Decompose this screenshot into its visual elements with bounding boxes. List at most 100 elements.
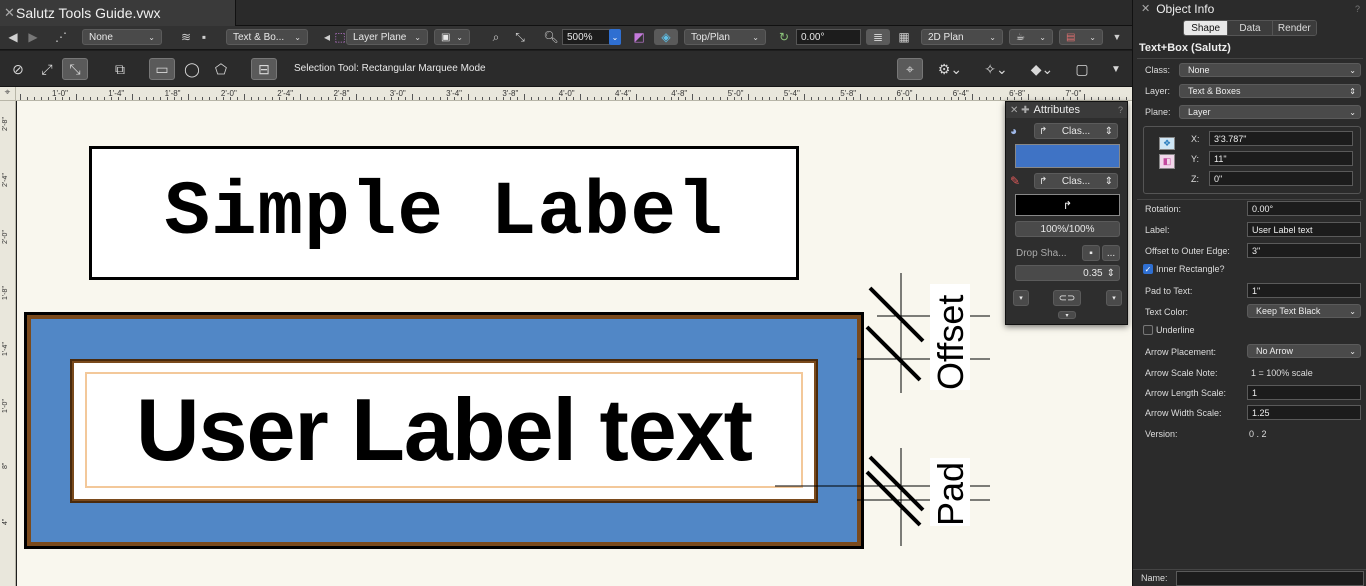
class-options-icon[interactable]: ⋰	[52, 29, 70, 45]
label-field[interactable]: User Label text	[1247, 222, 1361, 237]
view-bar-menu-icon[interactable]: ▼	[1108, 29, 1126, 45]
zoom-field[interactable]: 500%	[562, 29, 610, 45]
collapse-palette-icon[interactable]: ▾	[1058, 311, 1076, 319]
tab-shape[interactable]: Shape	[1184, 21, 1229, 35]
help-icon[interactable]: ?	[1355, 4, 1360, 14]
drop-shadow-settings-button[interactable]: ...	[1102, 245, 1120, 261]
single-object-scaling-icon[interactable]: ⤢	[34, 58, 60, 80]
view-dropdown[interactable]: Top/Plan ⌄	[684, 29, 766, 45]
arrow-width-field[interactable]: 1.25	[1247, 405, 1361, 420]
arrow-length-field[interactable]: 1	[1247, 385, 1361, 400]
projection-dropdown[interactable]: ☕︎ ⌄	[1009, 29, 1053, 45]
close-icon[interactable]: ✕	[1141, 2, 1150, 15]
ruler-tick	[559, 97, 560, 100]
ruler-tick-label: 6'-4"	[952, 89, 969, 98]
y-field[interactable]: 11"	[1209, 151, 1353, 166]
ruler-tick	[1112, 97, 1113, 100]
close-icon[interactable]: ✕	[4, 5, 15, 21]
layer-options-icon[interactable]: ▪	[195, 29, 213, 45]
shape-options-icon[interactable]: ◆⌄	[1026, 58, 1058, 80]
fit-to-objects-icon[interactable]: ⌕	[487, 29, 505, 45]
snap-tool-icon[interactable]: ⌖	[897, 58, 923, 80]
layer-select[interactable]: Text & Boxes ⇕	[1179, 84, 1361, 98]
disable-interactive-scaling-icon[interactable]: ⊘	[5, 58, 31, 80]
plane-select[interactable]: Layer ⌄	[1179, 105, 1361, 119]
zoom-stepper[interactable]: ⌄	[609, 29, 621, 45]
ruler-tick	[167, 97, 168, 100]
mode-bar-menu-icon[interactable]: ▼	[1103, 58, 1129, 80]
document-tab[interactable]: ✕ Salutz Tools Guide.vwx	[0, 0, 236, 26]
x-field[interactable]: 3'3.787"	[1209, 131, 1353, 146]
reference-point-3d-icon[interactable]: ❖	[1159, 137, 1175, 150]
ruler-origin-icon[interactable]: ⌖	[0, 87, 16, 101]
ruler-tick-label: 1'-0"	[2, 398, 9, 413]
transform-mode-icon[interactable]: ⧉	[107, 58, 133, 80]
attributes-title-bar[interactable]: ✕ ✚ Attributes ?	[1006, 102, 1127, 118]
sheet-icon[interactable]: ▦	[895, 29, 913, 45]
fill-color-swatch[interactable]	[1015, 144, 1120, 168]
drawing-canvas[interactable]: Simple Label User Label text Offset Pad	[17, 101, 1132, 586]
ruler-tick	[1084, 94, 1085, 100]
unrestricted-scaling-icon[interactable]: ⤡	[62, 58, 88, 80]
layer-visibility-icon[interactable]: ≣	[866, 29, 890, 45]
zoom-icon[interactable]: 🔍︎	[542, 29, 560, 45]
end-marker-dropdown[interactable]: ▾	[1106, 290, 1122, 306]
vertical-ruler[interactable]: 2'-8" 2'-4" 2'-0" 1'-8" 1'-4" 1'-0" 8" 4"	[0, 101, 16, 586]
forward-arrow-icon[interactable]: ▶	[24, 29, 42, 45]
ruler-tick	[20, 94, 21, 100]
offset-field[interactable]: 3"	[1247, 243, 1361, 258]
line-weight-dropdown[interactable]: 0.35 ⇕	[1015, 265, 1120, 281]
fit-to-page-icon[interactable]: ⤡	[511, 29, 529, 45]
standard-views-dropdown[interactable]: ▣ ⌄	[434, 29, 470, 45]
rotate-plan-icon[interactable]: ↻	[775, 29, 793, 45]
class-select[interactable]: None ⌄	[1179, 63, 1361, 77]
layer-dropdown[interactable]: Text & Bo... ⌄	[226, 29, 308, 45]
snap-options-icon[interactable]: ✧⌄	[980, 58, 1012, 80]
working-plane-icon[interactable]: ◩	[630, 29, 648, 45]
ruler-tick	[699, 97, 700, 100]
rotation-field[interactable]: 0.00°	[1247, 201, 1361, 216]
plane-mode-icon[interactable]: ▢	[1069, 58, 1095, 80]
link-markers-icon[interactable]: ⊂⊃	[1053, 290, 1081, 306]
ruler-tick	[881, 97, 882, 100]
text-color-select[interactable]: Keep Text Black ⌄	[1247, 304, 1361, 318]
close-icon[interactable]: ✕ ✚	[1010, 105, 1030, 116]
color-palette-dropdown[interactable]: ▤ ⌄	[1059, 29, 1103, 45]
name-field[interactable]	[1176, 571, 1364, 586]
pen-color-swatch[interactable]: ↱	[1015, 194, 1120, 216]
inner-rectangle-checkbox[interactable]: ✓	[1143, 264, 1153, 274]
object-info-title-bar[interactable]: ✕ Object Info ?	[1133, 0, 1366, 17]
fill-class-dropdown[interactable]: ↱ Clas... ⇕	[1034, 123, 1118, 139]
rotation-field[interactable]: 0.00°	[796, 29, 861, 45]
opacity-button[interactable]: 100%/100%	[1015, 221, 1120, 237]
polygon-lasso-icon[interactable]: ⬠	[208, 58, 234, 80]
rectangular-marquee-icon[interactable]: ▭	[149, 58, 175, 80]
tab-data[interactable]: Data	[1228, 21, 1273, 35]
underline-checkbox[interactable]	[1143, 325, 1153, 335]
offset-label: Offset	[930, 294, 971, 390]
ruler-tick	[650, 97, 651, 100]
z-field[interactable]: 0"	[1209, 171, 1353, 186]
class-dropdown[interactable]: None ⌄	[82, 29, 162, 45]
3d-view-icon[interactable]: ◈	[654, 29, 678, 45]
help-icon[interactable]: ?	[1118, 105, 1123, 115]
ruler-tick	[349, 97, 350, 100]
teapot-icon: ☕︎	[1016, 31, 1025, 43]
pen-class-dropdown[interactable]: ↱ Clas... ⇕	[1034, 173, 1118, 189]
horizontal-ruler[interactable]: 1'-0" 1'-4" 1'-8" 2'-0" 2'-4" 2'-8" 3'-0" 3'-4"…	[16, 87, 1132, 101]
lasso-icon[interactable]: ◯	[179, 58, 205, 80]
drop-shadow-toggle[interactable]: ▪	[1082, 245, 1100, 261]
ruler-tick	[496, 97, 497, 100]
start-marker-dropdown[interactable]: ▾	[1013, 290, 1029, 306]
render-mode-dropdown[interactable]: 2D Plan ⌄	[921, 29, 1003, 45]
selection-preferences-icon[interactable]: ⊟	[251, 58, 277, 80]
layers-icon[interactable]: ≋	[177, 29, 195, 45]
plane-dropdown[interactable]: Layer Plane ⌄	[346, 29, 428, 45]
tab-render[interactable]: Render	[1272, 21, 1316, 35]
tool-settings-gear-icon[interactable]: ⚙︎⌄	[934, 58, 966, 80]
arrow-placement-select[interactable]: No Arrow ⌄	[1247, 344, 1361, 358]
pad-field[interactable]: 1"	[1247, 283, 1361, 298]
reference-point-2d-icon[interactable]: ◧	[1159, 154, 1175, 169]
ruler-tick	[230, 97, 231, 100]
back-arrow-icon[interactable]: ◀	[4, 29, 22, 45]
